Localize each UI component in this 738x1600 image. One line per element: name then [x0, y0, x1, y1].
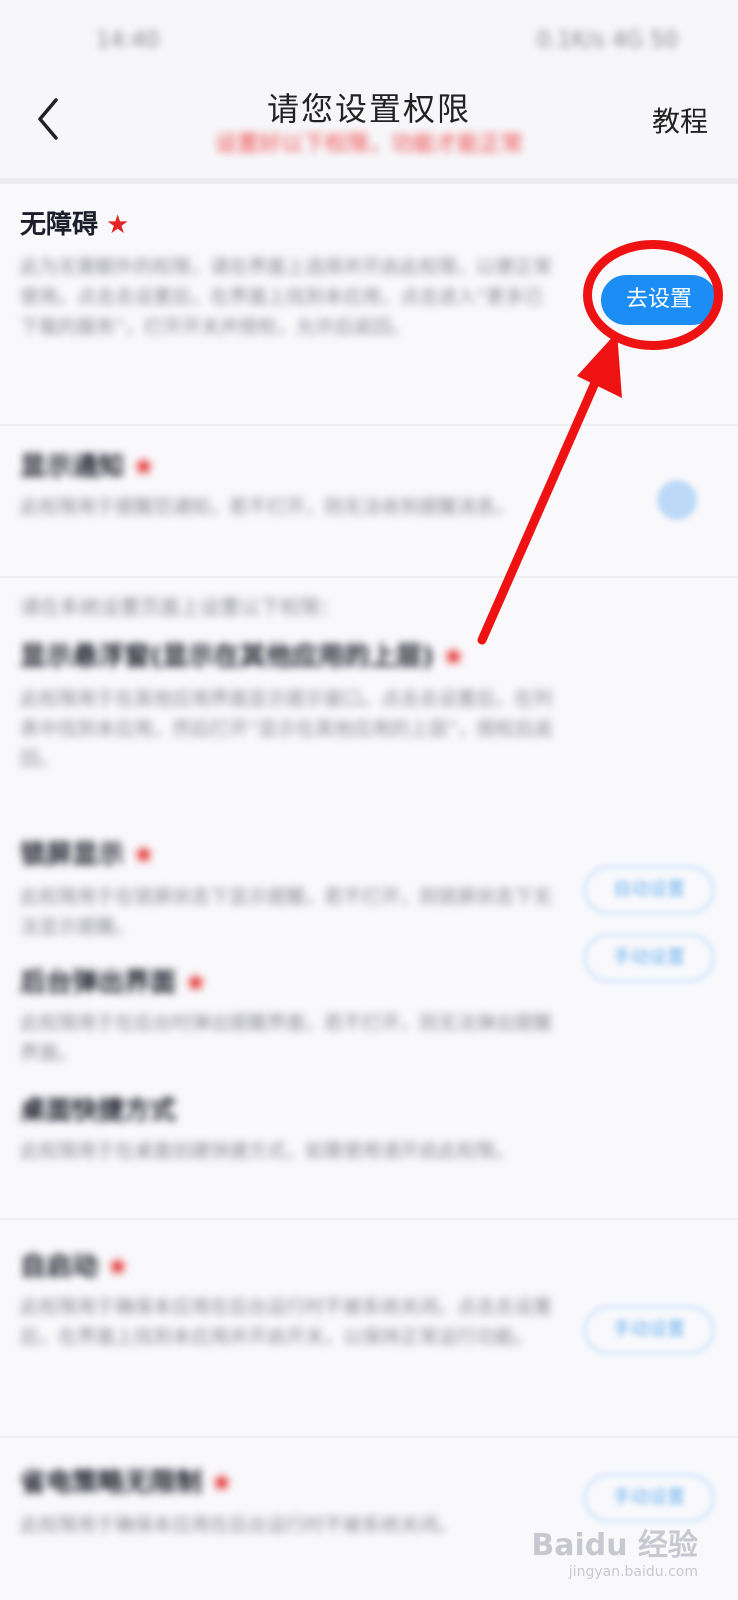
required-star-icon: ★: [132, 452, 156, 482]
battery-title-text: 省电策略无限制: [20, 1468, 203, 1498]
status-bar: 14:40 0.1K/s 4G 50: [0, 0, 738, 80]
background-popup-desc: 此权限用于在后台时弹出提醒界面，若不打开，则无法弹出提醒界面。: [20, 1012, 553, 1064]
notification-desc: 此权限用于提醒您通知，若不打开，则无法收到提醒消息。: [20, 496, 515, 518]
notification-title: 显示通知 ★: [20, 446, 155, 483]
required-star-icon: ★: [132, 840, 156, 870]
accessibility-go-settings-button[interactable]: 去设置: [601, 275, 717, 325]
required-star-icon: ★: [441, 642, 466, 672]
background-popup-title-text: 后台弹出界面: [20, 968, 177, 998]
watermark-brand: Baidu 经验: [531, 1528, 698, 1563]
notification-card: 显示通知 ★ 此权限用于提醒您通知，若不打开，则无法收到提醒消息。: [0, 426, 738, 576]
lockscreen-title-text: 锁屏显示: [20, 840, 125, 870]
battery-desc: 此权限用于确保本应用在后台运行时不被系统关闭。: [20, 1514, 458, 1536]
background-popup-title: 后台弹出界面 ★: [20, 962, 207, 999]
required-star-icon: ★: [210, 1468, 234, 1498]
notification-title-text: 显示通知: [20, 452, 125, 482]
autostart-desc: 此权限用于确保本应用在后台运行时不被系统关闭。点击去设置后，在界面上找到本应用并…: [20, 1296, 553, 1348]
status-icons: 0.1K/s 4G 50: [536, 28, 678, 53]
status-time: 14:40: [96, 28, 160, 53]
accessibility-title-text: 无障碍: [20, 210, 99, 240]
overlay-title: 显示悬浮窗(显示在其他应用的上层) ★: [20, 636, 465, 673]
background-manual-settings-button[interactable]: 手动设置: [584, 934, 714, 982]
system-permissions-intro: 请在系统设置页面上设置以下权限：: [20, 595, 340, 619]
lockscreen-auto-settings-button[interactable]: 自动设置: [584, 866, 714, 914]
watermark-url: jingyan.baidu.com: [568, 1564, 698, 1580]
header: 请您设置权限 设置好以下权限，功能才能正常 教程: [0, 80, 738, 180]
shortcut-title: 桌面快捷方式: [20, 1096, 177, 1126]
accessibility-desc: 此为无需额外的权限，请在界面上选择并开启此权限，以便正常使用。点击去设置后，在界…: [20, 256, 553, 338]
tutorial-link[interactable]: 教程: [652, 100, 708, 140]
page-subtitle: 设置好以下权限，功能才能正常: [214, 132, 523, 157]
page-title: 请您设置权限: [266, 90, 471, 128]
autostart-manual-settings-button[interactable]: 手动设置: [584, 1306, 714, 1354]
battery-manual-settings-button[interactable]: 手动设置: [584, 1474, 714, 1522]
autostart-title-text: 自启动: [20, 1252, 99, 1282]
required-star-icon: ★: [106, 210, 130, 240]
autostart-title: 自启动 ★: [20, 1246, 129, 1283]
required-star-icon: ★: [184, 968, 208, 998]
accessibility-card: 无障碍 ★ 此为无需额外的权限，请在界面上选择并开启此权限，以便正常使用。点击去设…: [0, 184, 738, 424]
lockscreen-title: 锁屏显示 ★: [20, 834, 155, 871]
accessibility-title: 无障碍 ★: [20, 204, 129, 241]
battery-title: 省电策略无限制 ★: [20, 1462, 233, 1499]
overlay-desc: 此权限用于在其他应用界面显示提示窗口。点击去设置后，在列表中找到本应用，然后打开…: [20, 688, 553, 770]
overlay-title-text: 显示悬浮窗(显示在其他应用的上层): [20, 642, 434, 672]
check-icon: [657, 480, 697, 520]
shortcut-desc: 此权限用于在桌面创建快捷方式，如需使用请开启此权限。: [20, 1140, 515, 1162]
permission-list: 无障碍 ★ 此为无需额外的权限，请在界面上选择并开启此权限，以便正常使用。点击去设…: [0, 184, 738, 1600]
required-star-icon: ★: [106, 1252, 130, 1282]
watermark-logo: Baidu 经验 jingyan.baidu.com: [531, 1520, 698, 1580]
lockscreen-desc: 此权限用于在锁屏状态下显示提醒，若不打开，则锁屏状态下无法显示提醒。: [20, 886, 553, 938]
